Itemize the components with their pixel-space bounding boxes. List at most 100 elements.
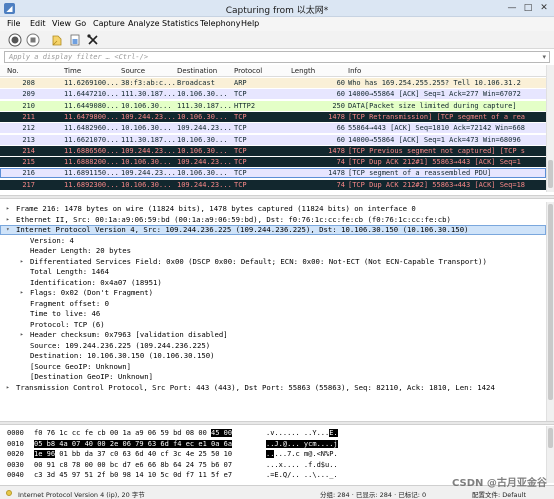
status-profile[interactable]: 配置文件: Default [472,489,526,499]
detail-tree-item[interactable]: Header Length: 20 bytes [0,246,546,256]
main-toolbar [0,31,554,49]
stop-capture-icon[interactable] [26,33,40,47]
menu-help[interactable]: Help [241,19,259,28]
column-header-protocol[interactable]: Protocol [234,67,262,75]
open-file-icon[interactable] [68,33,82,47]
packet-cell-no: 211 [22,112,35,121]
bytes-row[interactable]: 0010 05 b8 4a 07 40 00 2e 06 79 63 6d f4 … [0,439,546,449]
packet-cell-time: 11.6482960... [64,124,119,133]
detail-tree-item[interactable]: Time to live: 46 [0,309,546,319]
bytes-scrollbar[interactable] [546,426,554,483]
detail-tree-label: [Destination GeoIP: Unknown] [30,372,154,381]
menu-capture[interactable]: Capture [93,19,125,28]
packet-list-header: No. Time Source Destination Protocol Len… [0,65,546,77]
close-button[interactable]: ✕ [537,2,551,14]
bytes-row[interactable]: 0000 f0 76 1c cc fe cb 00 1a a9 06 59 bd … [0,428,546,438]
detail-tree-item[interactable]: Identification: 0x4a07 (18951) [0,278,546,288]
packet-row[interactable]: 211 11.6479800... 109.244.23... 10.106.30..… [0,111,546,122]
expand-arrow-closed-icon[interactable]: ▸ [6,215,10,225]
column-header-time[interactable]: Time [64,67,81,75]
column-header-no[interactable]: No. [7,67,19,75]
detail-tree-item[interactable]: [Source GeoIP: Unknown] [0,362,546,372]
packet-row[interactable]: 216 11.6891150... 109.244.23... 10.106.30..… [0,168,546,179]
status-field-info: Internet Protocol Version 4 (ip), 20 字节 [18,491,145,499]
bytes-row[interactable]: 0030 00 91 c8 78 00 00 bc d7 e6 66 8b 64 … [0,460,546,470]
menu-go[interactable]: Go [75,19,86,28]
bytes-scroll-thumb[interactable] [548,428,553,448]
packet-list-scrollbar[interactable] [546,65,554,192]
details-scroll-thumb[interactable] [548,204,553,400]
expand-arrow-closed-icon[interactable]: ▸ [6,204,10,214]
column-header-destination[interactable]: Destination [177,67,217,75]
column-header-length[interactable]: Length [291,67,315,75]
packet-row[interactable]: 210 11.6449080... 10.106.30... 111.30.187..… [0,100,546,111]
bytes-ascii-highlight: E. [329,429,338,437]
packet-cell-len: 74 [336,180,345,189]
detail-tree-item[interactable]: ▸ Transmission Control Protocol, Src Port… [0,383,546,393]
menu-statistics[interactable]: Statistics [162,19,199,28]
bytes-ascii-text: .=E.Q/.. ..\..._. [266,471,338,479]
menu-edit[interactable]: Edit [30,19,46,28]
maximize-button[interactable]: □ [521,2,535,14]
packet-cell-info: 55864→443 [ACK] Seq=1810 Ack=72142 Win=6… [348,124,526,133]
packet-row[interactable]: 213 11.6621070... 111.30.187... 10.106.30..… [0,134,546,145]
packet-cell-dst: 111.30.187... [177,101,232,110]
detail-tree-item[interactable]: Total Length: 1464 [0,267,546,277]
packet-cell-src: 109.244.23... [121,146,175,155]
packet-row[interactable]: 215 11.6888200... 10.106.30... 109.244.23..… [0,157,546,168]
capture-options-icon[interactable] [86,33,100,47]
detail-tree-item[interactable]: ▸ Ethernet II, Src: 00:1a:a9:06:59:bd (00… [0,215,546,225]
detail-tree-item[interactable]: ▾ Internet Protocol Version 4, Src: 109.2… [0,225,546,236]
expert-info-icon[interactable] [6,490,12,496]
detail-tree-item[interactable]: [Destination GeoIP: Unknown] [0,372,546,382]
packet-cell-len: 1478 [328,146,345,155]
packet-row[interactable]: 212 11.6482960... 10.106.30... 109.244.23..… [0,123,546,134]
packet-list-scroll-thumb[interactable] [548,160,553,188]
detail-tree-item[interactable]: ▸ Differentiated Services Field: 0x00 (DS… [0,257,546,267]
detail-tree-item[interactable]: ▸ Header checksum: 0x7963 [validation dis… [0,330,546,340]
detail-tree-item[interactable]: Destination: 10.106.30.150 (10.106.30.15… [0,351,546,361]
detail-tree-item[interactable]: Protocol: TCP (6) [0,320,546,330]
bytes-row[interactable]: 0020 1e 96 01 bb da 37 c0 63 6d 40 cf 3c … [0,449,546,459]
expand-arrow-closed-icon[interactable]: ▸ [20,330,24,340]
column-header-source[interactable]: Source [121,67,145,75]
packet-cell-info: [TCP Dup ACK 212#2] 55863→443 [ACK] Seq=… [348,180,526,189]
bytes-offset: 0020 [7,450,24,458]
packet-row[interactable]: 217 11.6892300... 10.106.30... 109.244.23..… [0,179,546,190]
menu-view[interactable]: View [52,19,71,28]
detail-tree-item[interactable]: ▸ Flags: 0x02 (Don't Fragment) [0,288,546,298]
packet-row[interactable]: 209 11.6447210... 111.30.187... 10.106.30..… [0,89,546,100]
detail-tree-label: Internet Protocol Version 4, Src: 109.24… [16,225,469,234]
menu-analyze[interactable]: Analyze [128,19,160,28]
detail-tree-item[interactable]: Fragment offset: 0 [0,299,546,309]
packet-row[interactable]: 214 11.6886560... 109.244.23... 10.106.30..… [0,145,546,156]
display-filter-input[interactable]: Apply a display filter … <Ctrl-/> ▾ [4,51,550,63]
minimize-button[interactable]: — [505,2,519,14]
packet-cell-proto: TCP [234,135,247,144]
packet-cell-src: 111.30.187... [121,135,175,144]
packet-cell-proto: TCP [234,124,247,133]
pane-splitter[interactable] [0,195,554,199]
bytes-hex-text: 01 bb da 37 c0 63 6d 40 cf 3c 4e 25 50 1… [55,450,233,458]
expand-arrow-open-icon[interactable]: ▾ [6,225,10,235]
menu-telephony[interactable]: Telephony [200,19,240,28]
bytes-hex-text: 00 91 c8 78 00 00 bc d7 e6 66 8b 64 24 7… [34,460,233,469]
bytes-hex-text: c3 3d 45 97 51 2f b0 98 14 10 5c 0d f7 1… [34,471,233,479]
filter-dropdown-icon[interactable]: ▾ [542,53,546,61]
packet-row[interactable]: 208 11.6269100... 38:f3:ab:c... Broadcast AR… [0,78,546,88]
expand-arrow-closed-icon[interactable]: ▸ [20,257,24,267]
restart-capture-icon[interactable] [50,33,64,47]
menu-file[interactable]: File [7,19,20,28]
start-capture-icon[interactable] [8,33,22,47]
detail-tree-item[interactable]: Source: 109.244.236.225 (109.244.236.225… [0,341,546,351]
detail-tree-item[interactable]: ▸ Frame 216: 1478 bytes on wire (11824 bi… [0,204,546,214]
pane-splitter-2[interactable] [0,421,554,425]
expand-arrow-closed-icon[interactable]: ▸ [6,383,10,393]
column-header-info[interactable]: Info [348,67,361,75]
packet-cell-len: 1478 [328,169,345,178]
detail-tree-item[interactable]: Version: 4 [0,236,546,246]
expand-arrow-closed-icon[interactable]: ▸ [20,288,24,298]
packet-cell-len: 60 [336,79,345,87]
details-scrollbar[interactable] [546,202,554,422]
packet-cell-time: 11.6888200... [64,158,119,167]
